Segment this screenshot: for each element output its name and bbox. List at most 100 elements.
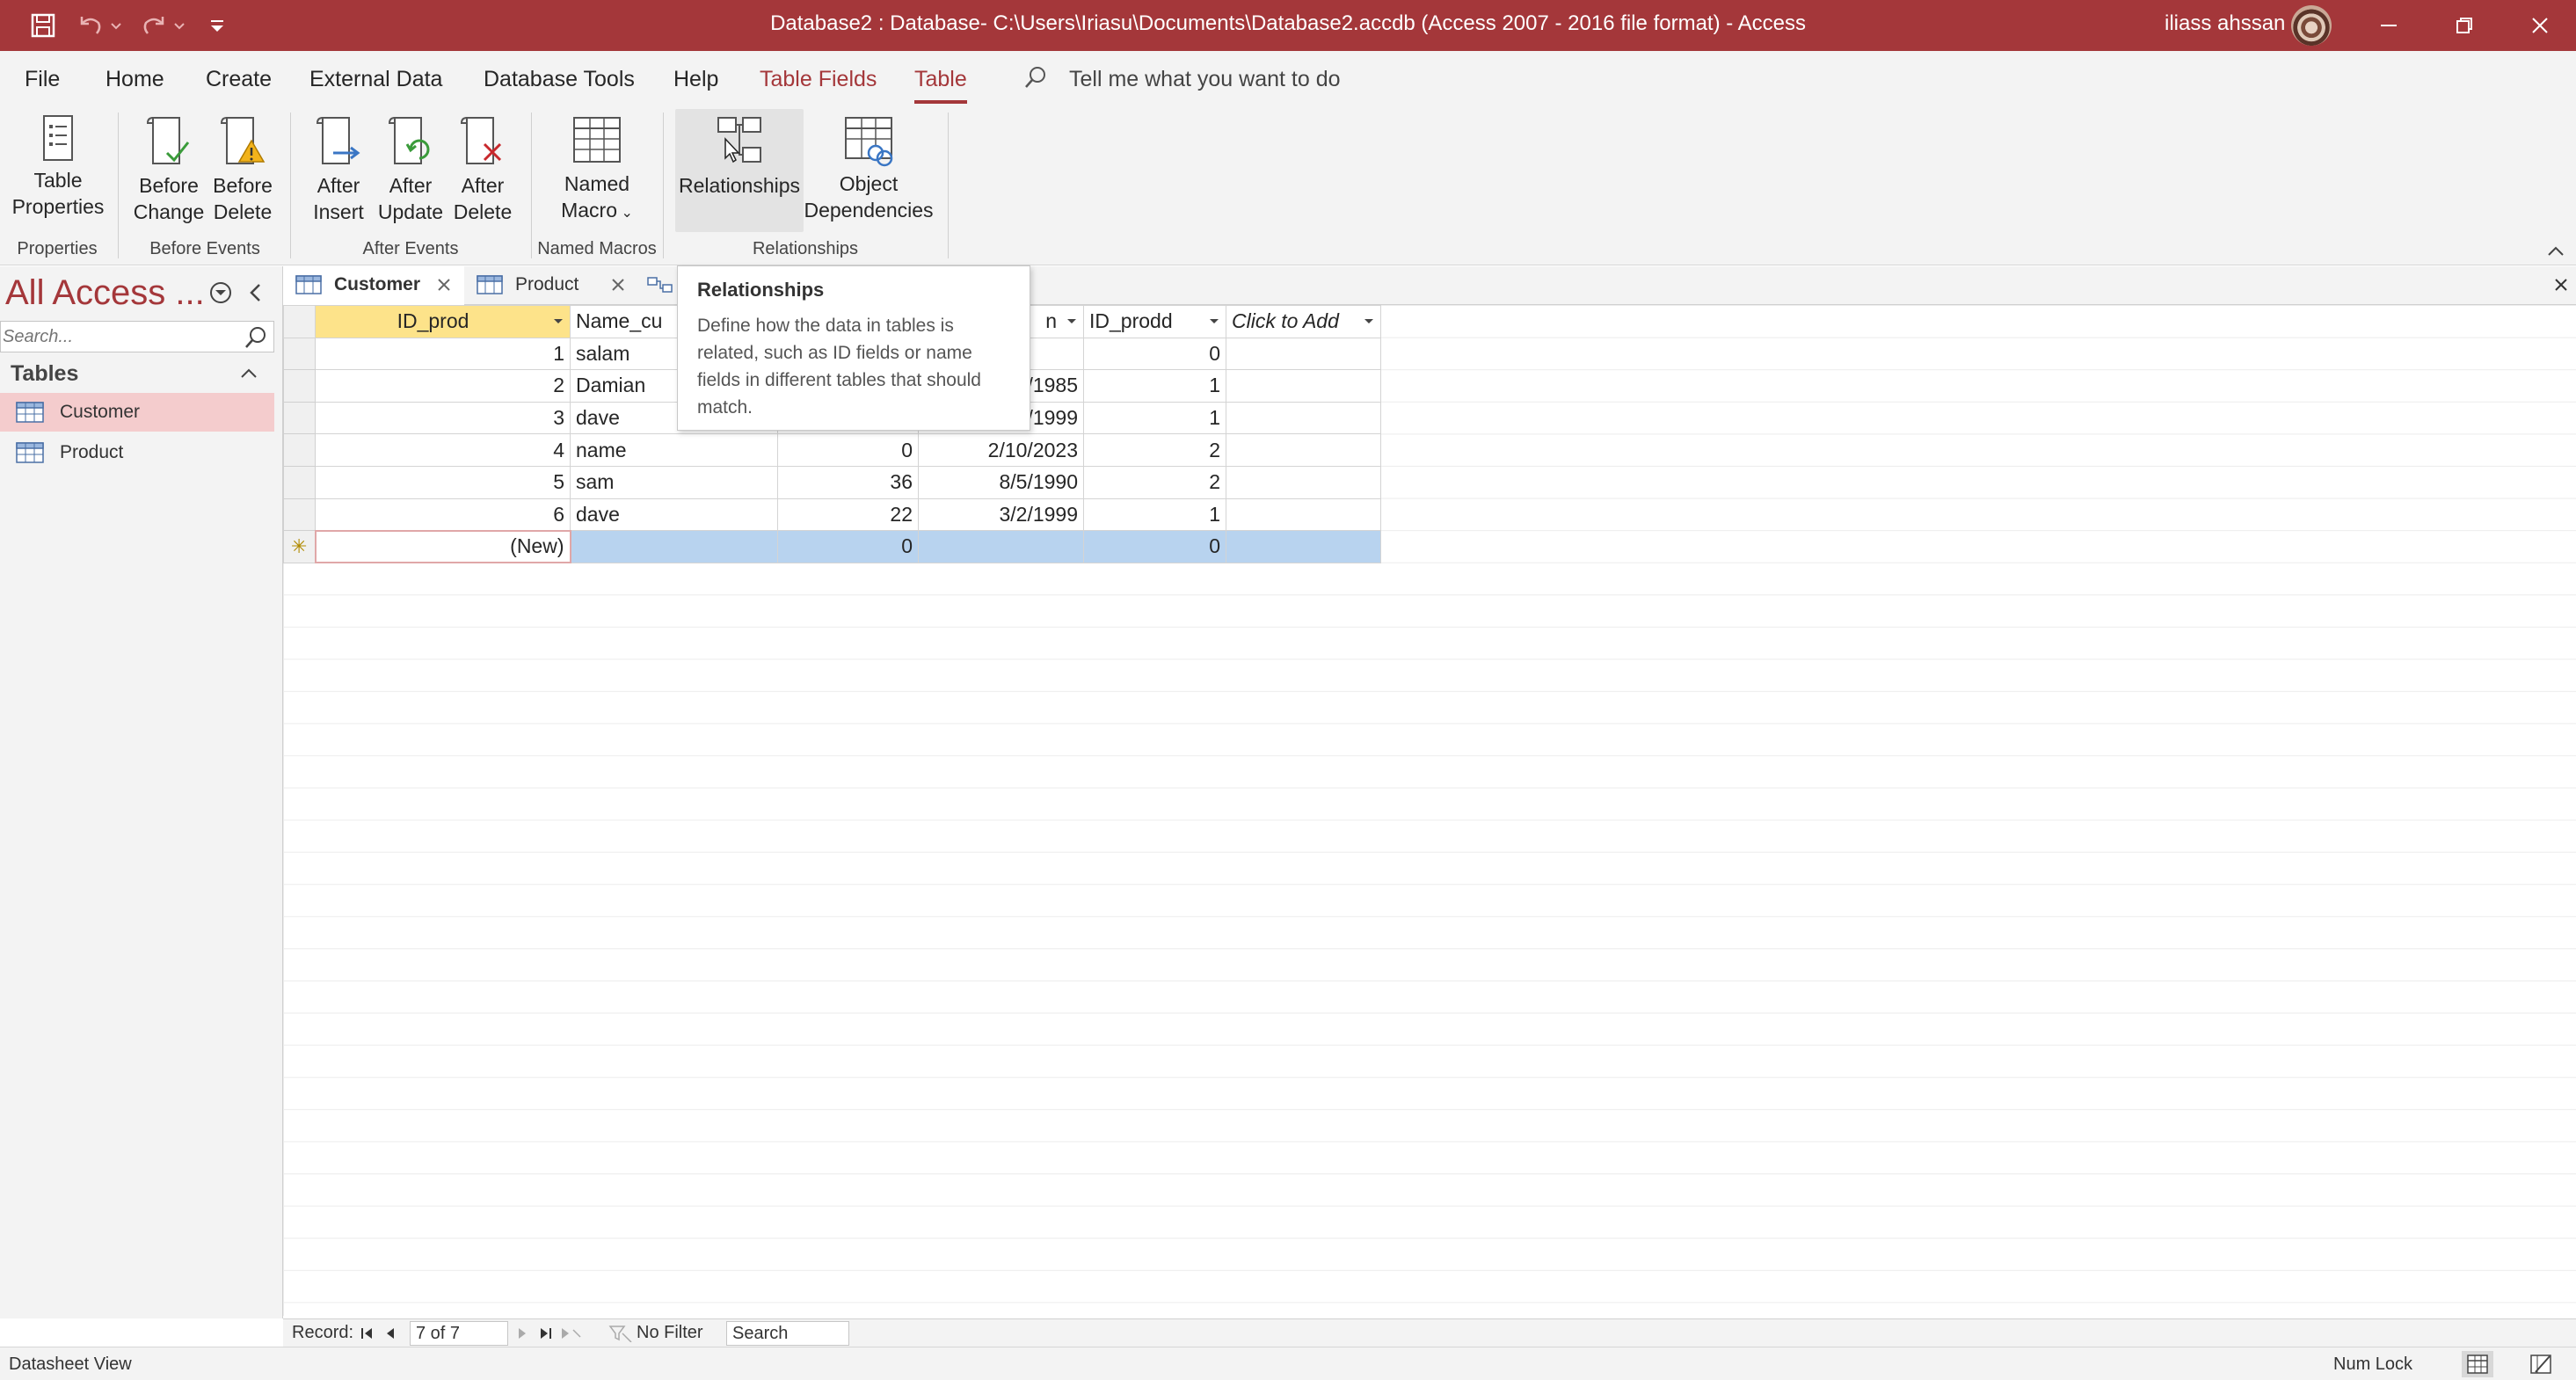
table-cell[interactable]: 0 xyxy=(1083,530,1226,563)
search-icon[interactable] xyxy=(244,325,268,350)
table-cell[interactable]: 1 xyxy=(1083,498,1226,532)
customize-qat-icon[interactable] xyxy=(204,9,230,42)
relationships-button[interactable]: Relationships xyxy=(675,109,804,232)
doc-tab-product[interactable]: Product xyxy=(464,266,640,305)
nav-item-product[interactable]: Product xyxy=(0,433,274,472)
table-cell[interactable]: 5 xyxy=(315,465,571,499)
nav-item-customer[interactable]: Customer xyxy=(0,393,274,432)
undo-dropdown-icon[interactable] xyxy=(107,9,125,42)
table-cell[interactable]: 2 xyxy=(1083,433,1226,467)
user-name[interactable]: iliass ahssan xyxy=(2165,11,2285,36)
minimize-button[interactable] xyxy=(2351,0,2427,51)
table-cell[interactable]: 0 xyxy=(777,530,919,563)
table-cell[interactable]: 6 xyxy=(315,498,571,532)
row-selector[interactable] xyxy=(283,465,316,499)
chevron-down-icon[interactable] xyxy=(1363,315,1375,327)
no-filter-indicator[interactable]: No Filter xyxy=(637,1323,703,1343)
current-record-field[interactable] xyxy=(410,1321,508,1346)
named-macro-button[interactable]: Named Macro ⌄ xyxy=(542,114,652,227)
tab-create[interactable]: Create xyxy=(206,67,272,92)
table-cell[interactable]: 2/10/2023 xyxy=(918,433,1084,467)
chevron-down-icon[interactable] xyxy=(552,315,564,327)
previous-record-icon[interactable] xyxy=(382,1325,399,1342)
table-properties-button[interactable]: Table Properties xyxy=(5,114,111,220)
save-icon[interactable] xyxy=(26,9,60,42)
table-cell[interactable]: 3 xyxy=(315,401,571,435)
column-header[interactable]: ID_prodd xyxy=(1083,305,1226,338)
redo-icon[interactable] xyxy=(137,9,171,42)
next-record-icon[interactable] xyxy=(513,1325,531,1342)
table-cell[interactable]: 22 xyxy=(777,498,919,532)
table-cell[interactable]: 2 xyxy=(1083,465,1226,499)
table-cell[interactable]: 36 xyxy=(777,465,919,499)
row-selector[interactable] xyxy=(283,498,316,532)
table-cell-empty[interactable] xyxy=(1226,498,1381,532)
table-cell[interactable] xyxy=(570,530,778,563)
after-update-button[interactable]: After Update xyxy=(373,114,448,225)
table-cell[interactable]: 1 xyxy=(1083,369,1226,403)
nav-search-input[interactable] xyxy=(3,323,233,350)
undo-icon[interactable] xyxy=(74,9,107,42)
table-cell[interactable]: 1 xyxy=(1083,401,1226,435)
new-id-cell[interactable]: (New) xyxy=(314,529,571,564)
last-record-icon[interactable] xyxy=(536,1325,554,1342)
table-cell[interactable]: 1 xyxy=(315,337,571,371)
lightbulb-search-icon[interactable] xyxy=(1023,65,1048,90)
row-selector[interactable] xyxy=(283,401,316,435)
table-cell[interactable]: name xyxy=(570,433,778,467)
chevron-down-icon[interactable] xyxy=(1208,315,1220,327)
table-cell-empty[interactable] xyxy=(1226,401,1381,435)
table-cell[interactable]: sam xyxy=(570,465,778,499)
table-cell-empty[interactable] xyxy=(1226,465,1381,499)
table-cell[interactable]: 0 xyxy=(1083,337,1226,371)
before-delete-button[interactable]: Before Delete xyxy=(206,114,280,225)
chevron-down-icon[interactable] xyxy=(1066,315,1078,327)
column-header[interactable]: ID_prod xyxy=(315,305,571,338)
table-cell[interactable]: 4 xyxy=(315,433,571,467)
table-cell[interactable]: 0 xyxy=(777,433,919,467)
shutter-bar-close-icon[interactable] xyxy=(243,280,269,306)
close-tab-icon[interactable] xyxy=(434,275,454,294)
object-dependencies-button[interactable]: Object Dependencies xyxy=(804,114,934,223)
table-cell-empty[interactable] xyxy=(1226,369,1381,403)
tab-table-fields[interactable]: Table Fields xyxy=(760,67,877,92)
user-avatar[interactable] xyxy=(2291,5,2332,46)
before-change-button[interactable]: Before Change xyxy=(130,114,207,225)
nav-menu-icon[interactable] xyxy=(207,280,234,306)
datasheet-view-button[interactable] xyxy=(2462,1351,2493,1377)
doc-tab-customer[interactable]: Customer xyxy=(283,266,464,305)
select-all-corner[interactable] xyxy=(283,305,316,338)
table-cell-empty[interactable] xyxy=(1226,433,1381,467)
collapse-ribbon-icon[interactable] xyxy=(2544,243,2567,260)
table-cell[interactable]: 8/5/1990 xyxy=(918,465,1084,499)
tab-external-data[interactable]: External Data xyxy=(309,67,442,92)
redo-dropdown-icon[interactable] xyxy=(171,9,188,42)
new-record-icon[interactable] xyxy=(559,1325,582,1342)
row-selector[interactable] xyxy=(283,433,316,467)
table-row[interactable]: 5 sam 36 8/5/1990 2 xyxy=(283,465,1381,499)
table-cell-empty[interactable] xyxy=(1226,530,1381,563)
row-selector[interactable] xyxy=(283,337,316,371)
nav-pane-title[interactable]: All Access ... xyxy=(5,273,205,313)
record-search-field[interactable] xyxy=(726,1321,849,1346)
close-window-button[interactable] xyxy=(2502,0,2576,51)
table-cell-empty[interactable] xyxy=(1226,337,1381,371)
table-cell[interactable] xyxy=(918,530,1084,563)
first-record-icon[interactable] xyxy=(359,1325,376,1342)
tell-me-input[interactable]: Tell me what you want to do xyxy=(1069,67,1341,92)
click-to-add-header[interactable]: Click to Add xyxy=(1226,305,1381,338)
tab-home[interactable]: Home xyxy=(106,67,164,92)
new-record-row[interactable]: ✳ (New) 0 0 xyxy=(283,529,1381,564)
design-view-button[interactable] xyxy=(2525,1351,2557,1377)
restore-button[interactable] xyxy=(2427,0,2502,51)
table-cell[interactable]: dave xyxy=(570,498,778,532)
row-selector[interactable] xyxy=(283,369,316,403)
table-row[interactable]: 4 name 0 2/10/2023 2 xyxy=(283,433,1381,467)
nav-group-tables[interactable]: Tables xyxy=(0,354,274,393)
table-row[interactable]: 6 dave 22 3/2/1999 1 xyxy=(283,498,1381,532)
close-all-icon[interactable] xyxy=(2551,275,2571,294)
tab-database-tools[interactable]: Database Tools xyxy=(484,67,635,92)
chevron-up-icon[interactable] xyxy=(237,363,260,384)
table-cell[interactable]: 2 xyxy=(315,369,571,403)
tab-table[interactable]: Table xyxy=(914,67,967,104)
